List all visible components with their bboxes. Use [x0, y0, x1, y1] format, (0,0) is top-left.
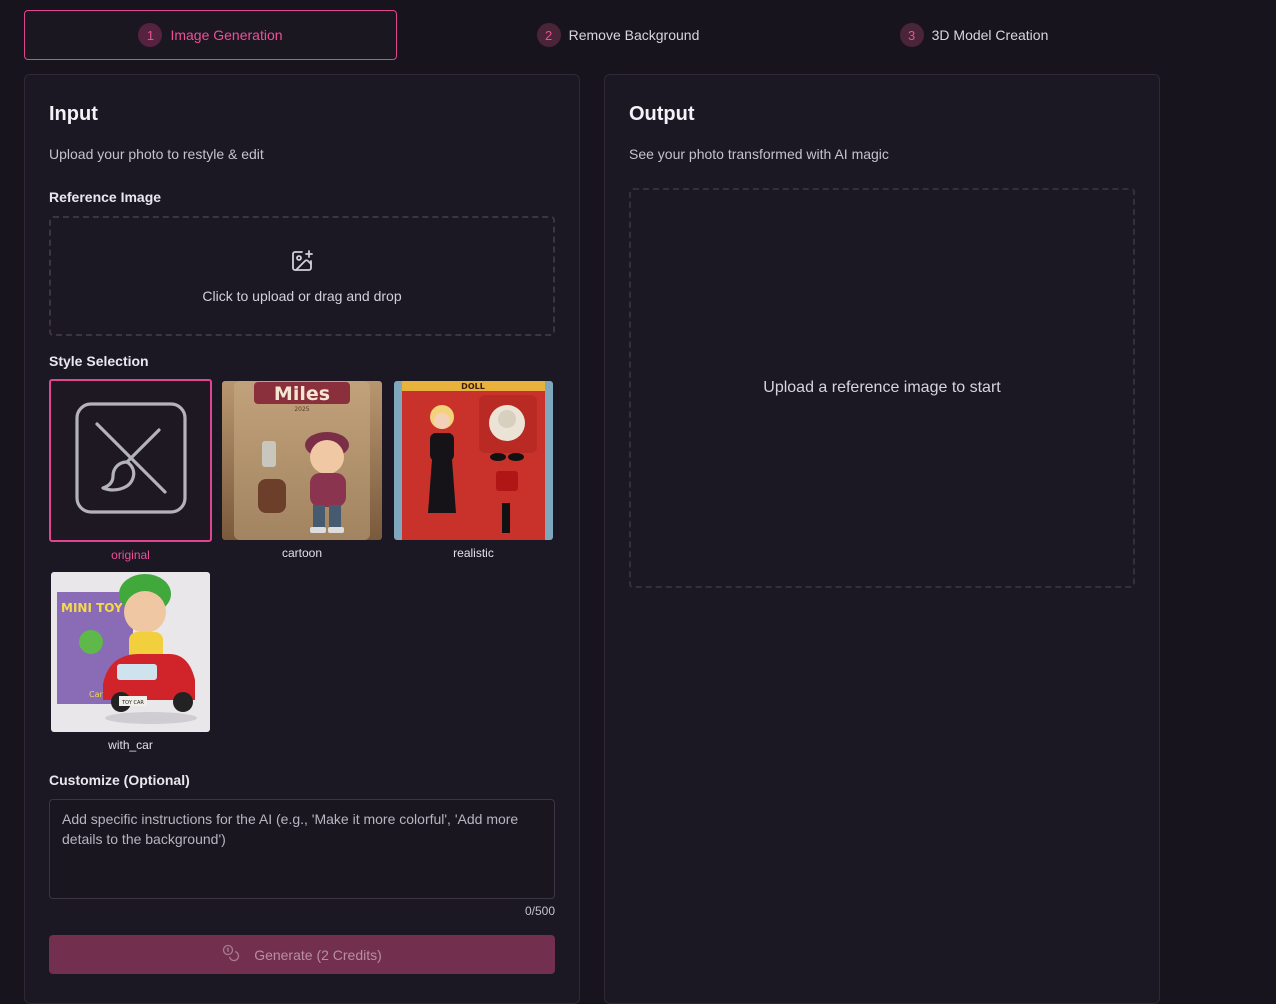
style-option-realistic[interactable]: DOLL realistic — [394, 381, 553, 560]
style-option-cartoon[interactable]: Miles 2025 cartoon — [222, 381, 382, 560]
step-number: 3 — [899, 23, 924, 47]
box-year: 2025 — [294, 406, 309, 413]
input-subtitle: Upload your photo to restyle & edit — [49, 146, 264, 162]
reference-image-dropzone[interactable]: Click to upload or drag and drop — [49, 216, 555, 336]
style-thumbnail: Miles 2025 — [222, 381, 382, 540]
box-title: MINI TOY — [61, 601, 123, 615]
style-thumbnail — [49, 379, 212, 542]
style-name: realistic — [453, 546, 494, 560]
style-option-with-car[interactable]: MINI TOY Car Bu TOY CAR with_car — [51, 572, 210, 752]
style-thumbnail: DOLL — [394, 381, 553, 540]
box-title: DOLL — [461, 382, 485, 391]
style-name: original — [111, 548, 150, 562]
step-3d-model-creation[interactable]: 3 3D Model Creation — [784, 10, 1164, 60]
upload-text: Click to upload or drag and drop — [202, 287, 402, 304]
coins-icon — [222, 944, 240, 965]
input-title: Input — [49, 103, 98, 125]
reference-image-label: Reference Image — [49, 189, 162, 205]
customize-textarea[interactable]: Add specific instructions for the AI (e.… — [49, 799, 555, 899]
step-label: Remove Background — [568, 27, 700, 43]
generate-label: Generate (2 Credits) — [254, 946, 382, 963]
output-title: Output — [629, 103, 695, 125]
output-panel: Output See your photo transformed with A… — [604, 74, 1160, 1004]
character-counter: 0/500 — [524, 904, 555, 918]
step-label: Image Generation — [170, 27, 283, 43]
step-number: 2 — [536, 23, 561, 47]
step-image-generation[interactable]: 1 Image Generation — [24, 10, 397, 60]
style-thumbnail: MINI TOY Car Bu TOY CAR — [51, 572, 210, 732]
output-placeholder: Upload a reference image to start — [763, 379, 1001, 396]
style-selection-label: Style Selection — [49, 353, 149, 369]
generate-button[interactable]: Generate (2 Credits) — [49, 935, 555, 974]
plate-text: TOY CAR — [121, 700, 144, 706]
image-plus-icon — [290, 249, 314, 278]
input-panel: Input Upload your photo to restyle & edi… — [24, 74, 580, 1004]
box-title: Miles — [274, 383, 330, 405]
stepper: 1 Image Generation 2 Remove Background 3… — [24, 10, 1160, 60]
step-label: 3D Model Creation — [931, 27, 1049, 43]
style-option-original[interactable]: original — [49, 379, 212, 562]
output-preview: Upload a reference image to start — [629, 188, 1135, 588]
customize-label: Customize (Optional) — [49, 772, 190, 788]
step-remove-background[interactable]: 2 Remove Background — [404, 10, 832, 60]
output-subtitle: See your photo transformed with AI magic — [629, 146, 889, 162]
step-number: 1 — [138, 23, 163, 47]
style-name: cartoon — [281, 546, 323, 560]
no-style-brush-icon — [74, 402, 187, 519]
style-name: with_car — [108, 738, 153, 752]
